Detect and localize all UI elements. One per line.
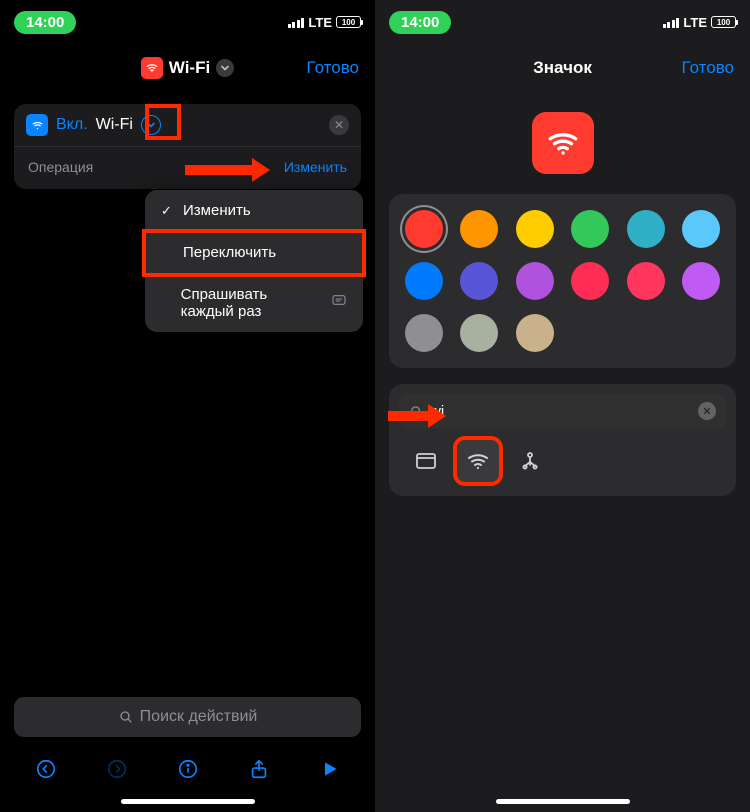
glyph-window-icon[interactable] xyxy=(405,440,447,482)
chevron-down-icon xyxy=(216,59,234,77)
shortcut-icon xyxy=(141,57,163,79)
status-right: LTE 100 xyxy=(663,15,736,30)
search-area: Поиск действий xyxy=(0,697,375,745)
annotation-arrow-1 xyxy=(185,160,270,180)
color-grid xyxy=(403,210,722,352)
color-swatch[interactable] xyxy=(460,262,498,300)
annotation-highlight-chevron xyxy=(145,104,181,140)
color-swatch[interactable] xyxy=(460,314,498,352)
glyph-results xyxy=(399,428,726,486)
nav-title: Wi-Fi xyxy=(169,58,210,78)
popup-item-label: Изменить xyxy=(183,202,251,219)
clear-action-button[interactable]: ✕ xyxy=(329,115,349,135)
annotation-arrow-2 xyxy=(388,406,446,426)
status-right: LTE 100 xyxy=(288,15,361,30)
network-label: LTE xyxy=(683,15,707,30)
clear-search-button[interactable]: ✕ xyxy=(698,402,716,420)
color-swatch[interactable] xyxy=(516,314,554,352)
share-button[interactable] xyxy=(243,753,275,785)
color-swatch[interactable] xyxy=(405,262,443,300)
nav-bar: Wi-Fi Готово xyxy=(0,44,375,92)
wifi-badge-icon xyxy=(26,114,48,136)
color-swatch[interactable] xyxy=(571,262,609,300)
popup-item-toggle[interactable]: Переключить xyxy=(145,232,363,274)
popup-item-ask[interactable]: Спрашивать каждый раз xyxy=(145,274,363,332)
wifi-label: Wi-Fi xyxy=(96,116,133,134)
left-screen: 14:00 LTE 100 Wi-Fi Готово xyxy=(0,0,375,812)
search-icon xyxy=(118,709,134,725)
color-swatch[interactable] xyxy=(571,210,609,248)
popup-item-label: Переключить xyxy=(183,244,276,261)
color-swatch[interactable] xyxy=(627,210,665,248)
info-button[interactable] xyxy=(172,753,204,785)
done-button[interactable]: Готово xyxy=(307,58,360,78)
home-indicator xyxy=(496,799,630,804)
signal-icon xyxy=(663,17,680,28)
nav-title: Значок xyxy=(533,58,592,78)
status-time: 14:00 xyxy=(14,11,76,34)
color-swatch[interactable] xyxy=(405,210,443,248)
nav-title-group[interactable]: Wi-Fi xyxy=(141,57,234,79)
status-time: 14:00 xyxy=(389,11,451,34)
color-swatch[interactable] xyxy=(627,262,665,300)
redo-button[interactable] xyxy=(101,753,133,785)
color-swatch[interactable] xyxy=(682,262,720,300)
on-label: Вкл. xyxy=(56,116,88,134)
status-bar: 14:00 LTE 100 xyxy=(0,0,375,44)
popup-item-change[interactable]: ✓ Изменить xyxy=(145,190,363,232)
checkmark-icon: ✓ xyxy=(161,203,175,219)
color-swatch[interactable] xyxy=(682,210,720,248)
battery-icon: 100 xyxy=(336,16,361,28)
action-row[interactable]: Вкл. Wi-Fi ✕ xyxy=(14,104,361,146)
home-indicator xyxy=(121,799,255,804)
toolbar xyxy=(0,745,375,793)
undo-button[interactable] xyxy=(30,753,62,785)
operation-label: Операция xyxy=(28,159,93,175)
color-panel xyxy=(389,194,736,368)
status-bar: 14:00 LTE 100 xyxy=(375,0,750,44)
done-button[interactable]: Готово xyxy=(682,58,735,78)
preview-wifi-icon xyxy=(532,112,594,174)
glyph-wifi-icon[interactable] xyxy=(457,440,499,482)
glyph-search-field[interactable]: ✕ xyxy=(399,394,726,428)
glyph-search-input[interactable] xyxy=(430,403,692,420)
network-label: LTE xyxy=(308,15,332,30)
text-bubble-icon xyxy=(331,293,347,313)
color-swatch[interactable] xyxy=(516,262,554,300)
search-actions-field[interactable]: Поиск действий xyxy=(14,697,361,737)
run-button[interactable] xyxy=(314,753,346,785)
color-swatch[interactable] xyxy=(460,210,498,248)
signal-icon xyxy=(288,17,305,28)
color-swatch[interactable] xyxy=(516,210,554,248)
color-swatch[interactable] xyxy=(405,314,443,352)
battery-icon: 100 xyxy=(711,16,736,28)
popup-item-label: Спрашивать каждый раз xyxy=(181,286,323,320)
search-placeholder: Поиск действий xyxy=(140,708,258,726)
icon-preview xyxy=(375,92,750,186)
change-link[interactable]: Изменить xyxy=(284,159,347,175)
glyph-firewire-icon[interactable] xyxy=(509,440,551,482)
glyph-search-panel: ✕ xyxy=(389,384,736,496)
nav-bar: Значок Готово xyxy=(375,44,750,92)
operation-popup: ✓ Изменить Переключить Спрашивать каждый… xyxy=(145,190,363,332)
